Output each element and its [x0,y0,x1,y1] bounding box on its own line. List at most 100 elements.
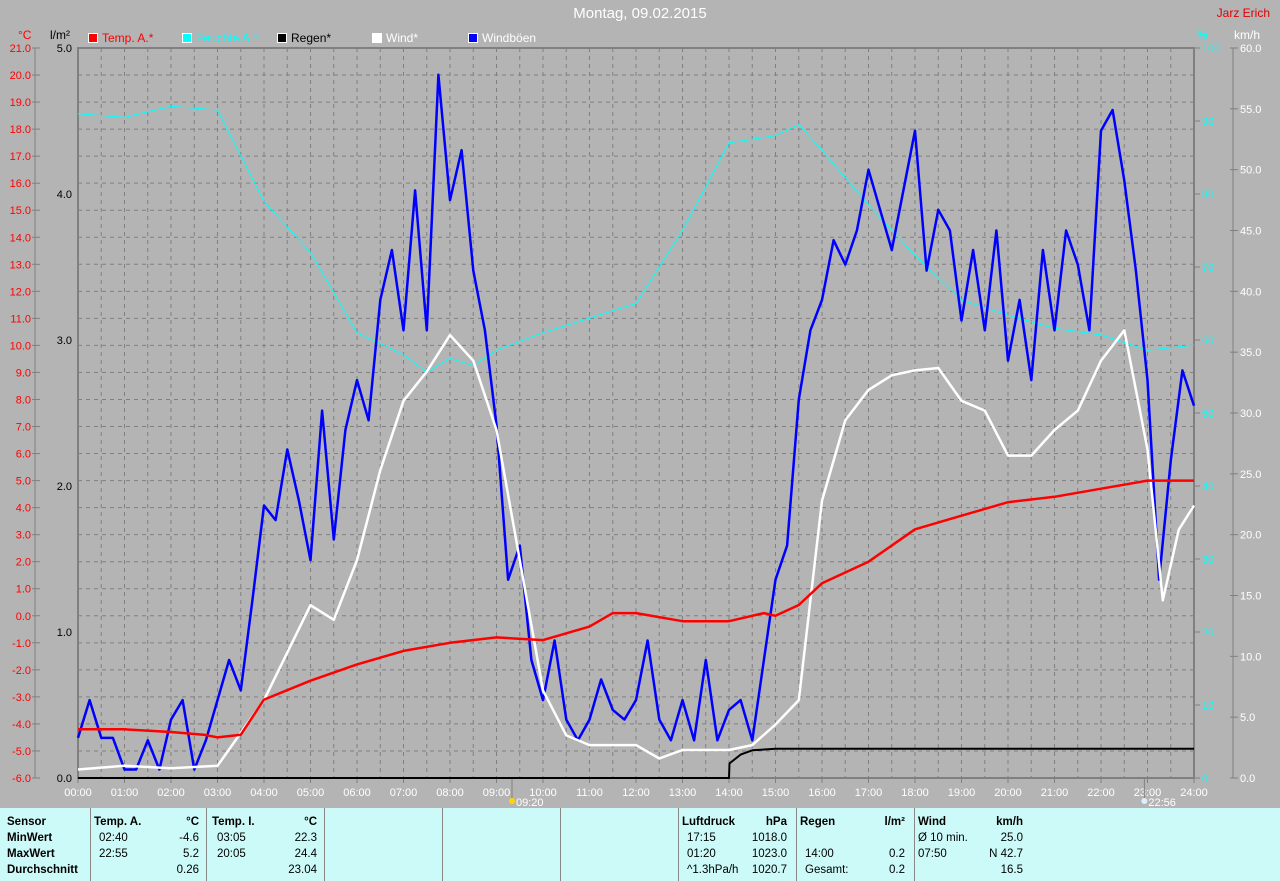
temp-tick-label: -4.0 [12,719,31,731]
row-label: Sensor [7,816,46,828]
x-tick-label: 09:00 [483,787,511,799]
wind-tick-label: 50.0 [1240,165,1261,177]
x-tick-label: 08:00 [436,787,464,799]
temp-tick-label: 0.0 [16,611,31,623]
temp-tick-label: 21.0 [10,43,31,55]
x-tick-label: 19:00 [948,787,976,799]
table-divider [560,808,561,881]
wind-tick-label: 55.0 [1240,104,1261,116]
x-tick-label: 02:00 [157,787,185,799]
wind-tick-label: 15.0 [1240,591,1261,603]
x-tick-label: 14:00 [715,787,743,799]
x-tick-label: 11:00 [576,787,603,799]
humidity-tick-label: 70 [1202,262,1214,274]
x-tick-label: 21:00 [1041,787,1069,799]
table-cell-value: 22.3 [294,832,317,844]
wind-tick-label: 30.0 [1240,408,1261,420]
rain-tick-label: 1.0 [57,627,72,639]
humidity-tick-label: 100 [1202,43,1220,55]
group-unit: °C [186,816,199,828]
temp-tick-label: 1.0 [16,584,31,596]
wind-tick-label: 40.0 [1240,286,1261,298]
table-cell-value: 1020.7 [751,864,787,876]
table-divider [914,808,915,881]
temp-tick-label: -1.0 [12,638,31,650]
temp-tick-label: 19.0 [10,97,31,109]
wind-tick-label: 25.0 [1240,469,1261,481]
table-divider [206,808,207,881]
x-tick-label: 03:00 [204,787,232,799]
temp-tick-label: -2.0 [12,665,31,677]
temp-tick-label: 4.0 [16,503,31,515]
x-tick-label: 01:00 [111,787,139,799]
marker-label: 22:56 [1148,797,1176,808]
x-tick-label: 04:00 [250,787,278,799]
humidity-tick-label: 30 [1202,554,1214,566]
x-tick-label: 24:00 [1180,787,1208,799]
x-tick-label: 18:00 [901,787,929,799]
humidity-tick-label: 90 [1202,116,1214,128]
x-tick-label: 13:00 [669,787,697,799]
x-tick-label: 17:00 [855,787,883,799]
row-label: MaxWert [7,848,55,860]
wind-tick-label: 20.0 [1240,530,1261,542]
series-line-wind [77,329,1196,771]
table-cell-value: 5.2 [183,848,199,860]
table-cell-value: 16.5 [1000,864,1023,876]
wind-tick-label: 0.0 [1240,773,1255,785]
table-cell-value: 0.2 [889,864,905,876]
wind-tick-label: 45.0 [1240,226,1261,238]
table-divider [90,808,91,881]
temp-tick-label: -6.0 [12,773,31,785]
humidity-tick-label: 0 [1202,773,1208,785]
group-unit: km/h [996,816,1023,828]
table-cell-value: 1023.0 [751,848,787,860]
temp-tick-label: 9.0 [16,367,31,379]
table-cell-value: 23.04 [288,864,317,876]
rain-tick-label: 2.0 [57,481,72,493]
group-unit: l/m² [884,816,905,828]
x-tick-label: 05:00 [297,787,325,799]
x-tick-label: 16:00 [808,787,836,799]
temp-tick-label: 18.0 [10,124,31,136]
temp-tick-label: -3.0 [12,692,31,704]
table-divider [324,808,325,881]
rain-tick-label: 0.0 [57,773,72,785]
temp-tick-label: 17.0 [10,151,31,163]
table-divider [796,808,797,881]
wind-tick-label: 5.0 [1240,712,1255,724]
x-tick-label: 07:00 [390,787,418,799]
plot-frame [77,47,1195,779]
rain-tick-label: 4.0 [57,189,72,201]
temp-tick-label: 8.0 [16,394,31,406]
table-divider [678,808,679,881]
stats-table: Sensor MinWert MaxWert Durchschnitt Temp. A.… [0,808,1280,881]
group-unit: °C [304,816,317,828]
temp-tick-label: 20.0 [10,70,31,82]
temp-tick-label: 14.0 [10,232,31,244]
temp-tick-label: 5.0 [16,476,31,488]
temp-tick-label: 3.0 [16,530,31,542]
humidity-tick-label: 80 [1202,189,1214,201]
temp-tick-label: 6.0 [16,449,31,461]
table-cell-value: N 42.7 [989,848,1023,860]
x-tick-label: 15:00 [762,787,790,799]
rain-tick-label: 3.0 [57,335,72,347]
rain-tick-label: 5.0 [57,43,72,55]
humidity-tick-label: 20 [1202,627,1214,639]
table-cell-value: 1018.0 [751,832,787,844]
table-divider [442,808,443,881]
temp-tick-label: 15.0 [10,205,31,217]
row-label: Durchschnitt [7,864,78,876]
marker-label: 09:20 [516,797,544,808]
x-tick-label: 06:00 [343,787,371,799]
temp-tick-label: 7.0 [16,422,31,434]
moon-icon [1141,798,1148,804]
wind-tick-label: 10.0 [1240,651,1261,663]
table-cell-value: 0.2 [889,848,905,860]
x-tick-label: 22:00 [1087,787,1115,799]
x-tick-label: 12:00 [622,787,650,799]
table-cell-value: 24.4 [294,848,317,860]
temp-tick-label: 11.0 [10,313,31,325]
temp-tick-label: 2.0 [16,557,31,569]
